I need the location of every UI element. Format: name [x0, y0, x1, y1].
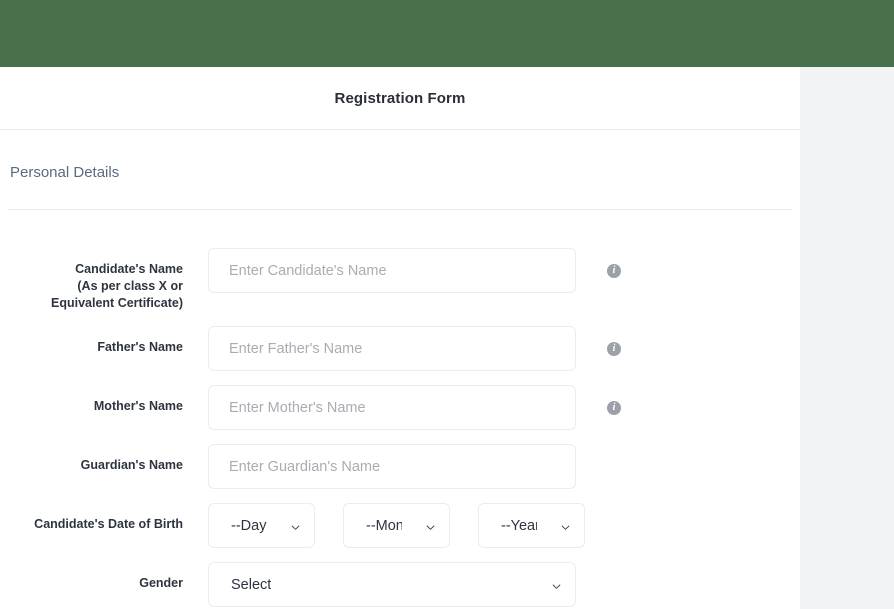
- label-text: Gender: [139, 576, 183, 590]
- label-mother-name: Mother's Name: [0, 385, 183, 415]
- guardian-name-input[interactable]: [208, 444, 576, 489]
- dob-year-select[interactable]: --Year: [478, 503, 585, 548]
- label-date-of-birth: Candidate's Date of Birth: [0, 503, 183, 533]
- field-guardian-name: [183, 444, 576, 489]
- field-candidate-name: i: [183, 248, 621, 293]
- form-row-guardian-name: Guardian's Name: [0, 444, 800, 489]
- field-date-of-birth: --Day --Month: [183, 503, 585, 548]
- dob-select-group: --Day --Month: [208, 503, 585, 548]
- father-name-input[interactable]: [208, 326, 576, 371]
- form-row-date-of-birth: Candidate's Date of Birth --Day --Mo --Y…: [0, 503, 800, 548]
- dob-day-select[interactable]: --Day: [208, 503, 315, 548]
- label-candidate-name: Candidate's Name (As per class X or Equi…: [0, 248, 183, 312]
- dob-month-select[interactable]: --Month: [343, 503, 450, 548]
- info-icon[interactable]: i: [607, 263, 621, 278]
- dob-year-value: --Year: [501, 517, 537, 534]
- dob-month-select-wrap: --Month: [343, 503, 450, 548]
- dob-day-value: --Day: [231, 517, 267, 534]
- field-mother-name: i: [183, 385, 621, 430]
- gender-select[interactable]: Select: [208, 562, 576, 607]
- field-gender: Select: [183, 562, 576, 607]
- registration-form-card: Registration Form Personal Details Candi…: [0, 67, 800, 609]
- info-icon[interactable]: i: [607, 400, 621, 415]
- app-viewport: Registration Form Personal Details Candi…: [0, 0, 894, 609]
- dob-day-select-wrap: --Day: [208, 503, 315, 548]
- label-text: Candidate's Date of Birth: [34, 517, 183, 531]
- gender-select-wrap: Select: [208, 562, 576, 607]
- label-text: Father's Name: [97, 340, 183, 354]
- top-green-bar: [0, 0, 894, 67]
- info-icon[interactable]: i: [607, 341, 621, 356]
- gender-value: Select: [231, 576, 272, 593]
- candidate-name-input[interactable]: [208, 248, 576, 293]
- registration-form: Candidate's Name (As per class X or Equi…: [0, 210, 800, 607]
- form-row-candidate-name: Candidate's Name (As per class X or Equi…: [0, 248, 800, 312]
- page-title: Registration Form: [334, 89, 466, 107]
- label-line-2: (As per class X or: [77, 279, 183, 293]
- mother-name-input[interactable]: [208, 385, 576, 430]
- dob-year-select-wrap: --Year: [478, 503, 585, 548]
- card-body: Personal Details Candidate's Name (As pe…: [0, 130, 800, 607]
- label-gender: Gender: [0, 562, 183, 592]
- form-row-gender: Gender Select: [0, 562, 800, 607]
- label-text: Mother's Name: [93, 399, 183, 413]
- form-row-father-name: Father's Name i: [0, 326, 800, 371]
- section-title: Personal Details: [10, 164, 120, 181]
- dob-month-value: --Month: [366, 517, 402, 534]
- personal-details-section-header: Personal Details: [0, 130, 800, 181]
- label-text: Guardian's Name: [80, 458, 183, 472]
- label-guardian-name: Guardian's Name: [0, 444, 183, 474]
- form-row-mother-name: Mother's Name i: [0, 385, 800, 430]
- label-line-1: Candidate's Name: [75, 262, 183, 276]
- label-line-3: Equivalent Certificate): [51, 296, 183, 310]
- card-header: Registration Form: [0, 67, 800, 130]
- field-father-name: i: [183, 326, 621, 371]
- label-father-name: Father's Name: [0, 326, 183, 356]
